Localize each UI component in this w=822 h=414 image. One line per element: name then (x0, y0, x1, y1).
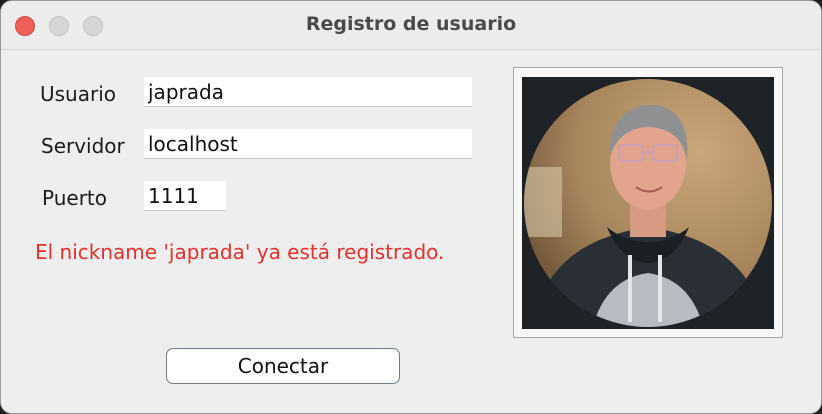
title-bar: Registro de usuario (1, 1, 821, 50)
form-panel: Usuario Servidor Puerto El nickname 'jap… (1, 50, 821, 413)
port-field[interactable] (144, 181, 226, 211)
registration-window: Registro de usuario Usuario Servidor Pue… (0, 0, 822, 414)
user-label: Usuario (40, 82, 117, 106)
error-message: El nickname 'japrada' ya está registrado… (35, 240, 445, 264)
user-avatar-icon (522, 77, 774, 329)
window-title: Registro de usuario (305, 13, 517, 35)
port-label: Puerto (42, 186, 107, 210)
connect-button[interactable]: Conectar (166, 348, 400, 384)
server-field[interactable] (144, 129, 472, 159)
user-photo (522, 77, 774, 329)
user-field[interactable] (144, 77, 472, 107)
server-label: Servidor (41, 134, 125, 158)
user-photo-frame (513, 67, 783, 338)
